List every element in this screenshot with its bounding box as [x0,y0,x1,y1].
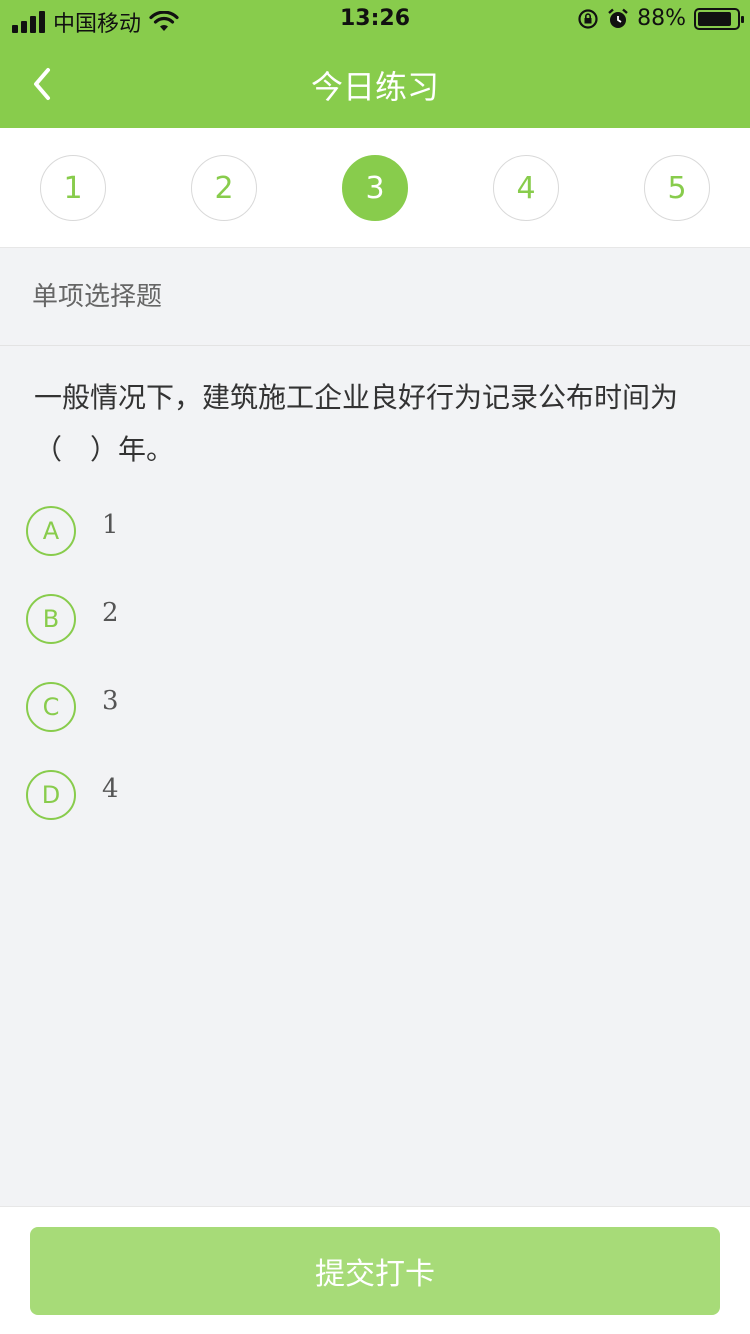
battery-icon [694,7,744,30]
question-stepper: 1 2 3 4 5 [0,128,750,248]
step-2[interactable]: 2 [191,155,257,221]
step-5[interactable]: 5 [644,155,710,221]
option-b[interactable]: B 2 [26,594,119,644]
status-bar: 中国移动 13:26 88% [0,0,750,40]
page-title: 今日练习 [310,68,439,106]
option-text: 2 [102,598,119,628]
battery-percent: 88% [637,6,686,31]
option-letter: A [26,506,76,556]
option-text: 1 [102,510,119,540]
option-a[interactable]: A 1 [26,506,119,556]
rotation-lock-icon [578,8,598,29]
footer-bar: 提交打卡 [0,1206,750,1334]
option-c[interactable]: C 3 [26,682,119,732]
step-3[interactable]: 3 [342,155,408,221]
option-letter: D [26,770,76,820]
nav-header: 中国移动 13:26 88% 今日练习 [0,0,750,128]
battery-fill [698,11,732,26]
alarm-icon [608,8,628,28]
question-type-label: 单项选择题 [0,248,750,346]
submit-checkin-button[interactable]: 提交打卡 [30,1227,720,1315]
option-text: 3 [102,686,119,716]
step-4[interactable]: 4 [493,155,559,221]
status-right: 88% [577,6,744,31]
option-text: 4 [102,774,119,804]
option-letter: C [26,682,76,732]
step-1[interactable]: 1 [40,155,106,221]
option-letter: B [26,594,76,644]
question-text: 一般情况下，建筑施工企业良好行为记录公布时间为（ ）年。 [34,381,679,466]
option-d[interactable]: D 4 [26,770,119,820]
